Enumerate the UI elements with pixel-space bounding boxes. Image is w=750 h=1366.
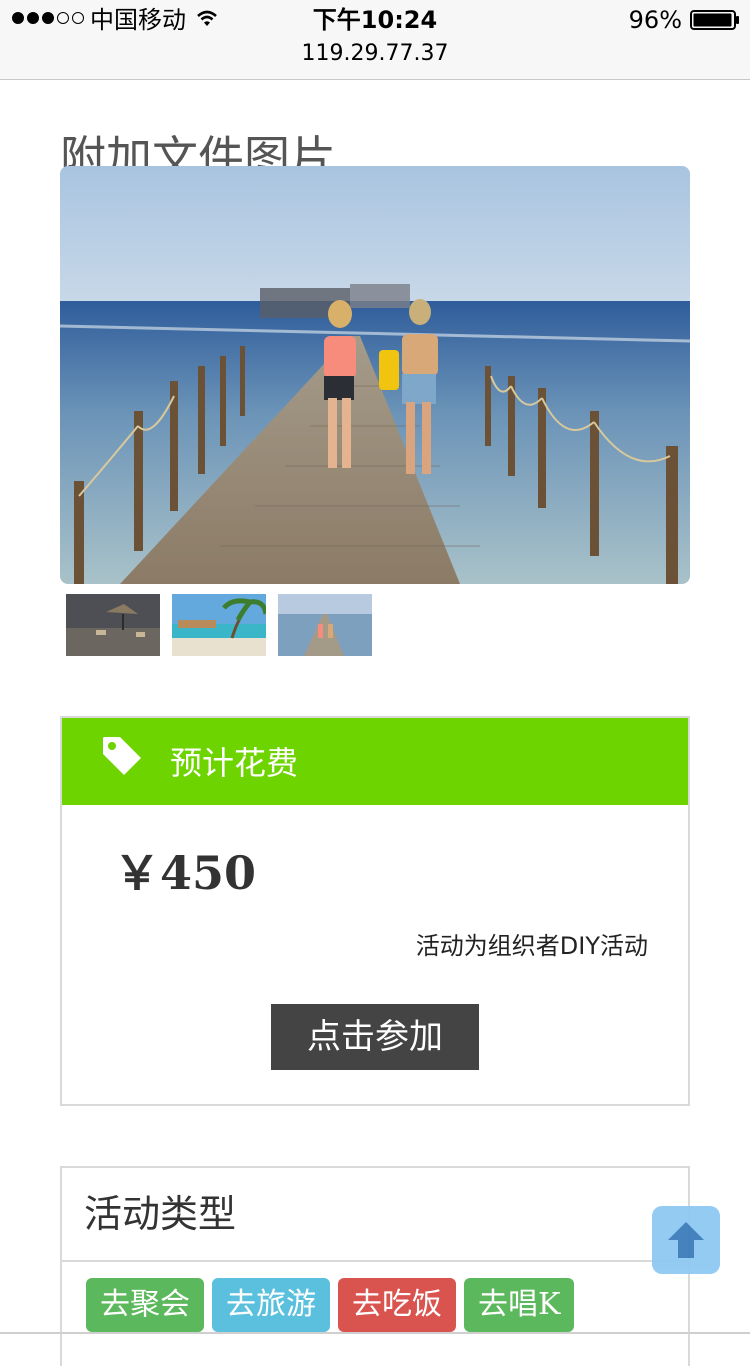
activity-type-title: 活动类型 [84, 1192, 237, 1236]
cost-header-label: 预计花费 [170, 744, 299, 782]
back-to-top-button[interactable] [652, 1206, 720, 1274]
activity-type-panel: 活动类型 去聚会 去旅游 去吃饭 去唱K [60, 1166, 690, 1366]
tag-travel[interactable]: 去旅游 [212, 1278, 330, 1332]
battery-icon [690, 10, 739, 30]
join-button[interactable]: 点击参加 [271, 1004, 479, 1070]
arrow-up-icon [668, 1222, 704, 1258]
beach-hut-thumbnail [66, 594, 160, 656]
page-url[interactable]: 119.29.77.37 [0, 39, 750, 69]
cost-amount: ￥450 [114, 846, 257, 900]
thumbnail-strip [66, 594, 372, 656]
cost-note: 活动为组织者DIY活动 [415, 932, 648, 960]
boardwalk-pier-photo [60, 166, 690, 584]
battery-percent: 96% [628, 6, 682, 34]
pier-thumbnail [278, 594, 372, 656]
tag-party[interactable]: 去聚会 [86, 1278, 204, 1332]
tag-dining[interactable]: 去吃饭 [338, 1278, 456, 1332]
cost-panel: 预计花费 ￥450 活动为组织者DIY活动 点击参加 [60, 716, 690, 1106]
thumbnail-pier[interactable] [278, 594, 372, 656]
activity-tag-list: 去聚会 去旅游 去吃饭 去唱K [86, 1278, 575, 1332]
palm-resort-thumbnail [172, 594, 266, 656]
thumbnail-beach-hut[interactable] [66, 594, 160, 656]
thumbnail-palm-resort[interactable] [172, 594, 266, 656]
tag-icon [103, 737, 141, 775]
tag-karaoke[interactable]: 去唱K [464, 1278, 575, 1332]
cost-header: 预计花费 [62, 718, 688, 805]
divider [62, 1260, 688, 1262]
main-attachment-photo[interactable] [60, 166, 690, 584]
status-bar: 中国移动 下午10:24 119.29.77.37 96% [0, 0, 750, 80]
